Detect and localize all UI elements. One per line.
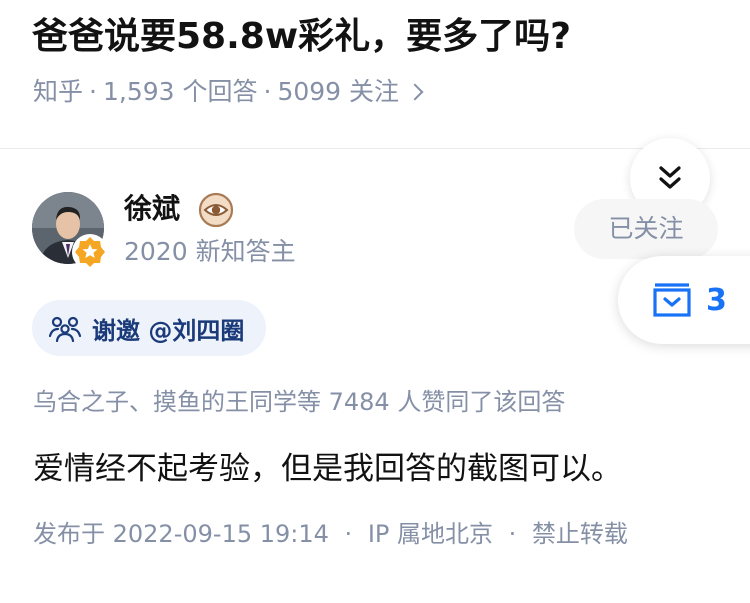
collect-count: 3 [706,282,727,318]
separator-dot: · [508,520,517,548]
invite-label: 谢邀 @刘四圈 [92,316,245,345]
collect-button[interactable]: 3 [618,256,750,344]
publish-time: 发布于 2022-09-15 19:14 [33,520,329,548]
level-badge[interactable] [198,192,234,228]
upvote-summary[interactable]: 乌合之子、摸鱼的王同学等 7484 人赞同了该回答 [33,384,565,420]
separator-dot: · [263,77,272,106]
people-group-icon [48,316,82,342]
answer-page: 爸爸说要58.8w彩礼，要多了吗? 知乎 · 1,593 个回答 · 5099 … [0,0,750,603]
star-badge-icon [75,237,105,267]
question-meta[interactable]: 知乎 · 1,593 个回答 · 5099 关注 [33,74,424,110]
chevron-right-icon [406,83,424,101]
answer-count: 1,593 个回答 [102,77,258,106]
answer-body[interactable]: 爱情经不起考验，但是我回答的截图可以。 [33,446,622,492]
double-chevron-down-icon [659,166,681,189]
publish-meta: 发布于 2022-09-15 19:14 · IP 属地北京 · 禁止转载 [33,516,628,552]
source-label: 知乎 [33,77,84,106]
author-subtitle: 2020 新知答主 [124,237,296,266]
follower-count: 5099 关注 [277,77,400,106]
collection-box-icon [653,283,691,317]
author-name[interactable]: 徐斌 [124,188,180,230]
ip-location: IP 属地北京 [367,520,494,548]
separator-dot: · [89,77,97,106]
follow-button[interactable]: 已关注 [574,199,718,259]
eye-badge-icon [198,192,234,228]
separator-dot: · [344,520,353,548]
verified-badge [72,234,108,270]
copyright-notice: 禁止转载 [531,520,628,548]
question-title[interactable]: 爸爸说要58.8w彩礼，要多了吗? [32,12,571,62]
divider [0,148,750,149]
invite-tag[interactable]: 谢邀 @刘四圈 [32,300,267,356]
